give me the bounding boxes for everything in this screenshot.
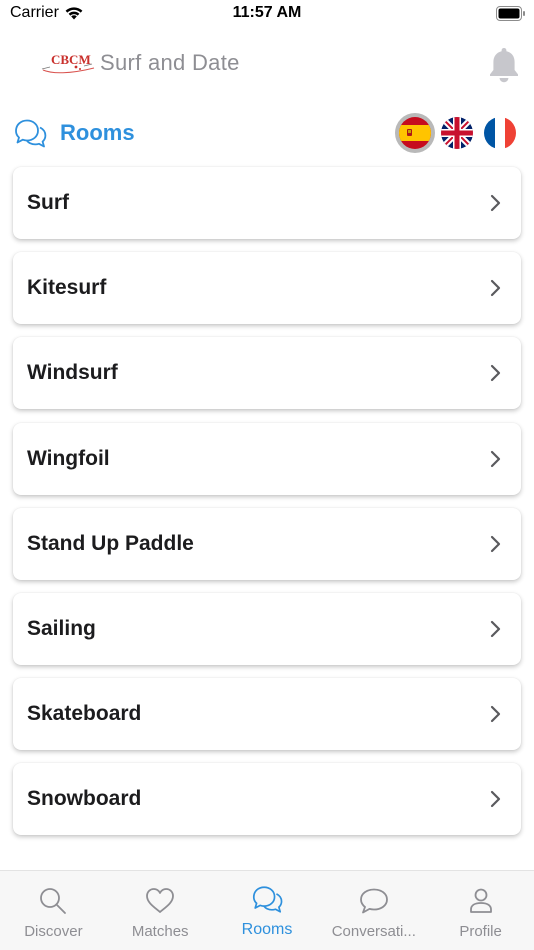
battery-icon <box>496 6 525 21</box>
tab-discover[interactable]: Discover <box>0 871 107 950</box>
room-label: Sailing <box>27 616 96 640</box>
heart-icon <box>146 888 175 913</box>
tab-label: Matches <box>131 923 189 940</box>
tab-bar: Discover Matches Rooms Conversati... Pro… <box>0 870 534 950</box>
app-header: CBCM Surf and Date <box>0 40 534 90</box>
french-flag-icon[interactable] <box>484 117 516 149</box>
spanish-flag-icon[interactable] <box>399 117 431 149</box>
chat-bubbles-icon <box>252 886 283 913</box>
rooms-title: Rooms <box>60 120 135 145</box>
room-label: Stand Up Paddle <box>27 531 194 555</box>
room-label: Skateboard <box>27 702 142 726</box>
tab-rooms[interactable]: Rooms <box>214 871 321 950</box>
room-item-surf[interactable]: Surf <box>13 167 521 239</box>
tab-label: Rooms <box>241 921 293 938</box>
room-item-skateboard[interactable]: Skateboard <box>13 678 521 751</box>
app-logo: CBCM <box>41 52 95 74</box>
status-bar: Carrier 11:57 AM <box>0 0 534 30</box>
chevron-right-icon <box>490 365 501 382</box>
room-item-stand-up-paddle[interactable]: Stand Up Paddle <box>13 507 521 580</box>
chevron-right-icon <box>490 280 501 297</box>
tab-profile[interactable]: Profile <box>427 871 534 950</box>
chat-bubble-icon <box>359 888 388 914</box>
room-item-snowboard[interactable]: Snowboard <box>13 763 521 836</box>
room-item-kitesurf[interactable]: Kitesurf <box>13 252 521 325</box>
tab-label: Profile <box>459 923 502 940</box>
rooms-list: Surf Kitesurf Windsurf Wingfoil Stand Up… <box>13 167 521 849</box>
room-label: Kitesurf <box>27 276 107 300</box>
room-item-windsurf[interactable]: Windsurf <box>13 337 521 410</box>
clock: 11:57 AM <box>232 4 302 21</box>
room-label: Windsurf <box>27 361 118 385</box>
room-label: Snowboard <box>27 787 142 811</box>
chevron-right-icon <box>490 535 501 552</box>
room-label: Wingfoil <box>27 446 110 470</box>
chevron-right-icon <box>490 791 501 808</box>
tab-conversations[interactable]: Conversati... <box>320 871 427 950</box>
chevron-right-icon <box>490 194 501 212</box>
room-item-wingfoil[interactable]: Wingfoil <box>13 422 521 495</box>
rooms-header: Rooms <box>0 112 534 156</box>
person-icon <box>469 888 492 913</box>
chevron-right-icon <box>490 450 501 467</box>
search-icon <box>40 888 67 914</box>
chevron-right-icon <box>490 620 501 638</box>
app-title: Surf and Date <box>100 50 240 75</box>
chevron-right-icon <box>490 706 501 723</box>
room-item-sailing[interactable]: Sailing <box>13 592 521 665</box>
tab-matches[interactable]: Matches <box>107 871 214 950</box>
chat-bubbles-icon <box>15 119 47 148</box>
logo-text: CBCM <box>51 52 91 67</box>
bell-icon[interactable] <box>486 44 522 84</box>
uk-flag-icon[interactable] <box>441 117 473 149</box>
tab-label: Conversati... <box>331 923 416 940</box>
tab-label: Discover <box>24 923 83 940</box>
room-label: Surf <box>27 191 69 214</box>
